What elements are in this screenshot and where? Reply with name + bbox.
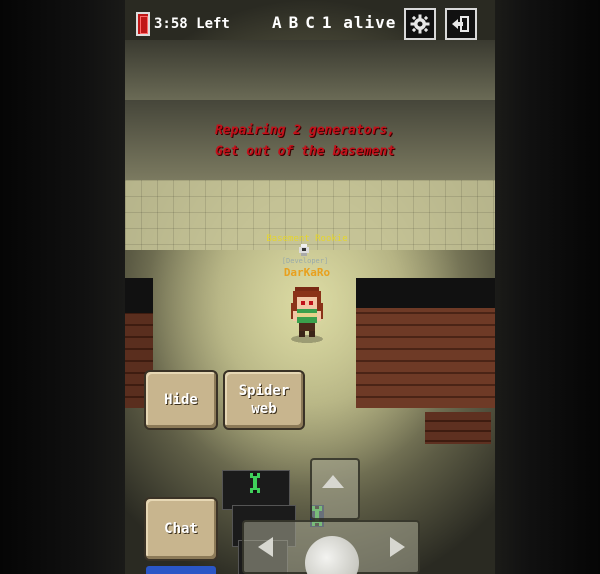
objective-text: Repairing 2 generators, Get out of the b… — [195, 120, 415, 162]
objective-line-1: Repairing 2 generators, — [214, 123, 395, 138]
player-character-sprite — [291, 287, 323, 343]
darkness-right — [495, 0, 600, 574]
platform-shadow-left — [125, 278, 153, 313]
spider-web-button[interactable]: Spider web — [223, 370, 305, 430]
darkness-left — [0, 0, 125, 574]
arrow-right-icon — [390, 537, 405, 557]
chat-button[interactable]: Chat — [144, 497, 218, 561]
role-tag: [Developer] — [281, 257, 329, 265]
wrench-icon — [250, 473, 260, 493]
timer: 3:58 Left — [136, 12, 230, 36]
partial-button[interactable] — [146, 566, 216, 574]
objective-line-2: Get out of the basement — [214, 144, 395, 159]
game-viewport: 3:58 Left ABC 1 alive Repairing 2 generat… — [0, 0, 600, 574]
dpad-up[interactable] — [310, 458, 360, 520]
gear-icon — [410, 14, 430, 34]
wall-top — [125, 40, 495, 100]
platform-shadow-right — [356, 278, 495, 308]
timer-text: 3:58 Left — [154, 16, 230, 32]
developer-badge-icon — [299, 244, 309, 256]
arrow-up-icon — [322, 475, 344, 488]
player-a: A — [272, 13, 283, 32]
alive-count: 1 alive — [321, 13, 397, 32]
top-hud: 3:58 Left ABC 1 alive — [130, 5, 480, 41]
exit-icon — [452, 16, 469, 32]
player-status: ABC 1 alive — [272, 13, 402, 32]
exit-button[interactable] — [445, 8, 477, 40]
wooden-step — [425, 412, 491, 444]
player-name: DarKaRo — [283, 266, 331, 279]
exit-door-icon — [136, 12, 150, 36]
player-b: B — [288, 13, 300, 32]
player-c: C — [305, 13, 316, 32]
settings-button[interactable] — [404, 8, 436, 40]
hide-button[interactable]: Hide — [144, 370, 218, 430]
arrow-left-icon — [258, 537, 273, 557]
